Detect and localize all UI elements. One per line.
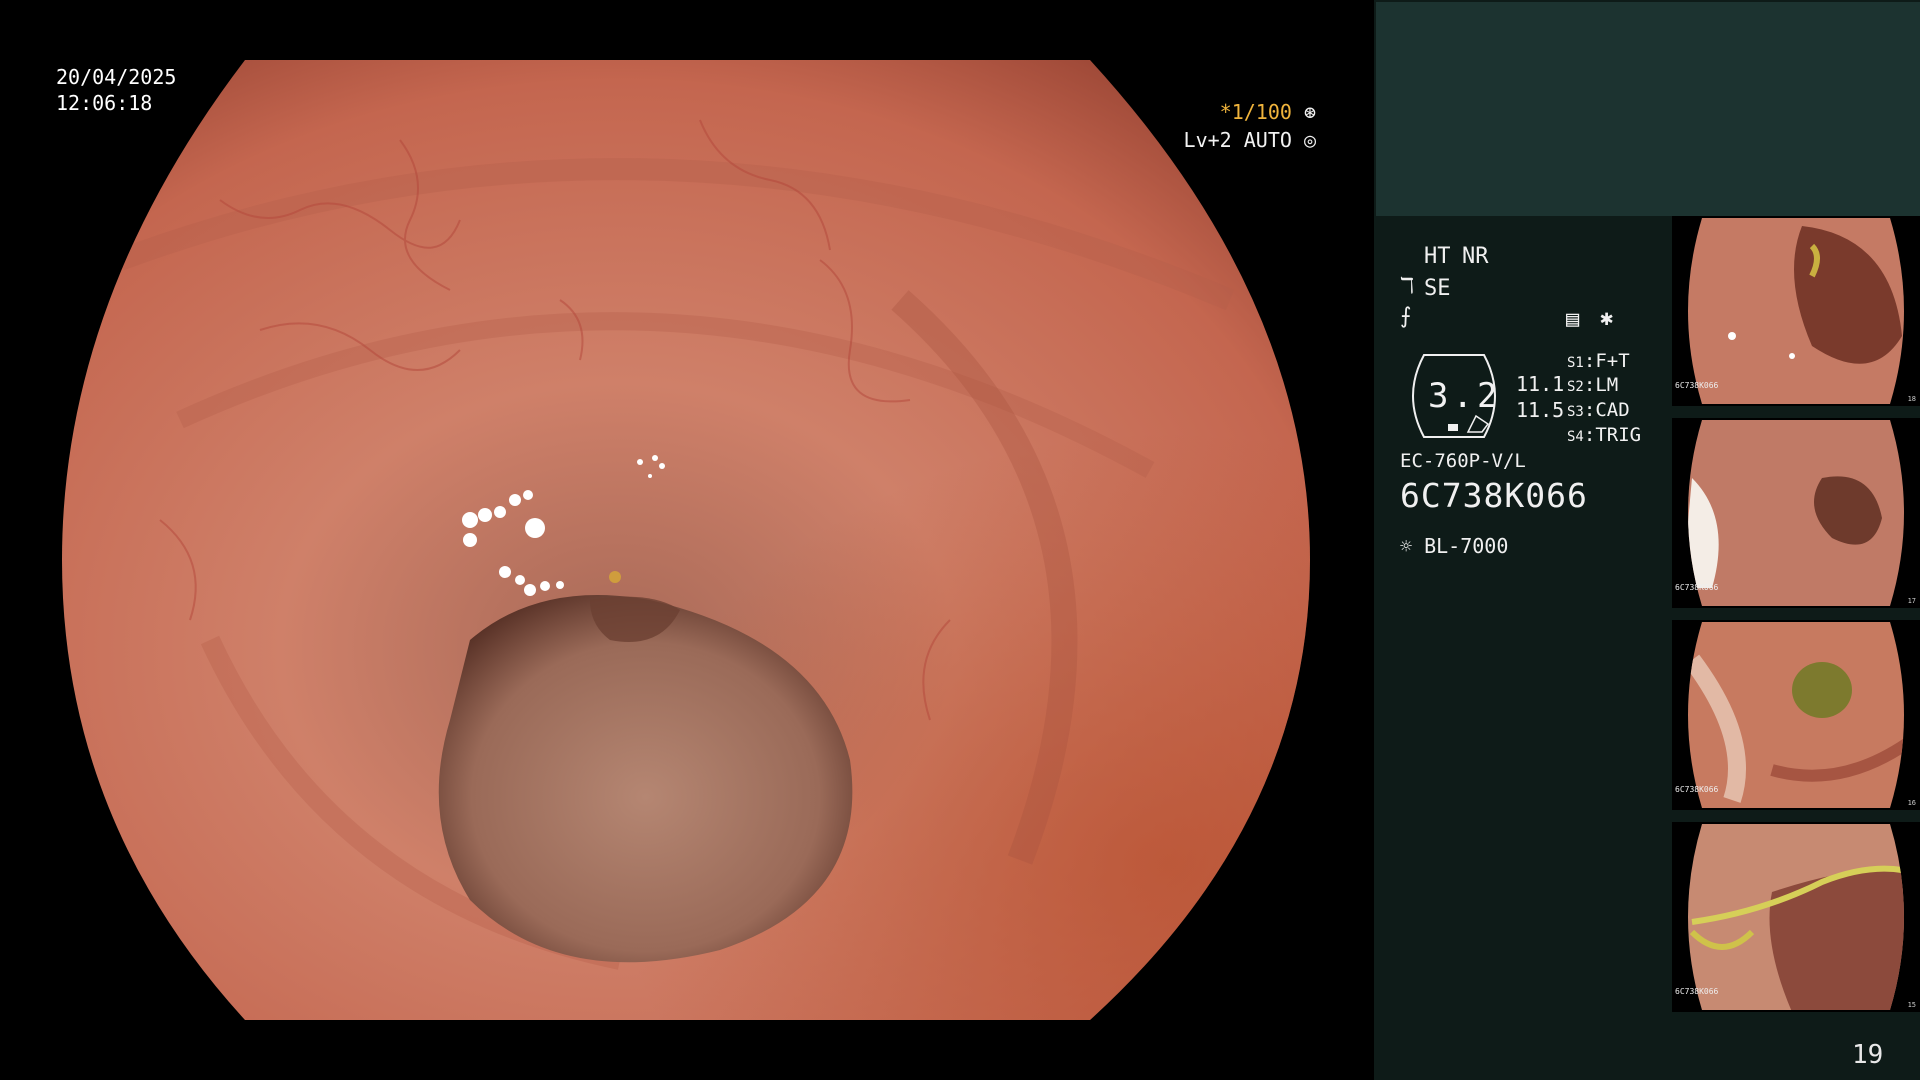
mode-se: SE [1424,276,1451,301]
star-icon: ✱ [1600,306,1614,331]
thumbnail-image [1688,824,1904,1010]
panel-header-block [1376,2,1920,216]
date-text: 20/04/2025 [56,65,177,89]
level-text: Lv+2 AUTO [1183,128,1292,152]
structure-enhance-icon: ℸ [1400,274,1415,299]
freeze-icon: ⨍ [1400,304,1412,329]
thumbnail-number: 16 [1907,799,1916,807]
shutter-icon: ⊛ [1303,100,1316,124]
mode-nr: NR [1462,244,1489,269]
thumbnail-serial: 6C738K066 [1675,785,1719,794]
endoscope-image [62,60,1310,1020]
thumbnail-18[interactable]: 6C738K066 18 [1672,216,1920,406]
thumbnail-image [1688,420,1904,606]
settings-list-icon: ▤ [1566,307,1580,332]
thumbnail-serial: 6C738K066 [1675,381,1719,390]
thumbnail-number: 18 [1907,395,1916,403]
zoom-reading-b: 11.5 [1516,398,1565,422]
switch-s3: S3:CAD [1567,399,1630,421]
light-source: ☼ BL-7000 [1400,534,1508,558]
thumbnail-number: 15 [1907,1001,1916,1009]
thumbnail-17[interactable]: 6C738K066 17 [1672,418,1920,608]
switch-value: TRIG [1595,424,1642,446]
switch-value: LM [1595,374,1619,396]
shutter-row: *1/100 ⊛ [1184,98,1316,126]
level-row: Lv+2 AUTO ◎ [1184,126,1316,154]
light-source-text: BL-7000 [1424,534,1509,558]
switch-key: S2 [1567,379,1584,395]
switch-s1: S1:F+T [1567,350,1630,372]
thumbnail-image [1688,622,1904,808]
time-text: 12:06:18 [56,91,153,115]
switch-s4: S4:TRIG [1567,424,1642,446]
switch-value: F+T [1595,350,1630,372]
switch-value: CAD [1595,399,1630,421]
iris-icon: ◎ [1303,128,1316,152]
thumbnail-number: 17 [1907,597,1916,605]
switch-s2: S2:LM [1567,374,1619,396]
thumbnail-image [1688,218,1904,404]
mode-ht: HT [1424,244,1451,269]
thumbnail-serial: 6C738K066 [1675,987,1719,996]
switch-key: S4 [1567,429,1584,445]
thumbnail-serial: 6C738K066 [1675,583,1719,592]
date-time-readout: 20/04/2025 12:06:18 [56,64,176,116]
switch-key: S1 [1567,355,1584,371]
switch-key: S3 [1567,404,1584,420]
thumbnail-15[interactable]: 6C738K066 15 [1672,822,1920,1012]
shutter-text: *1/100 [1219,100,1292,124]
lamp-icon: ☼ [1400,534,1413,558]
zoom-value: 3.2 [1428,376,1502,416]
scope-serial: 6C738K066 [1400,476,1588,515]
page-number: 19 [1852,1040,1884,1070]
zoom-reading-a: 11.1 [1516,372,1565,396]
thumbnail-16[interactable]: 6C738K066 16 [1672,620,1920,810]
exposure-info: *1/100 ⊛ Lv+2 AUTO ◎ [1184,98,1316,154]
scope-model: EC-760P-V/L [1400,450,1526,472]
